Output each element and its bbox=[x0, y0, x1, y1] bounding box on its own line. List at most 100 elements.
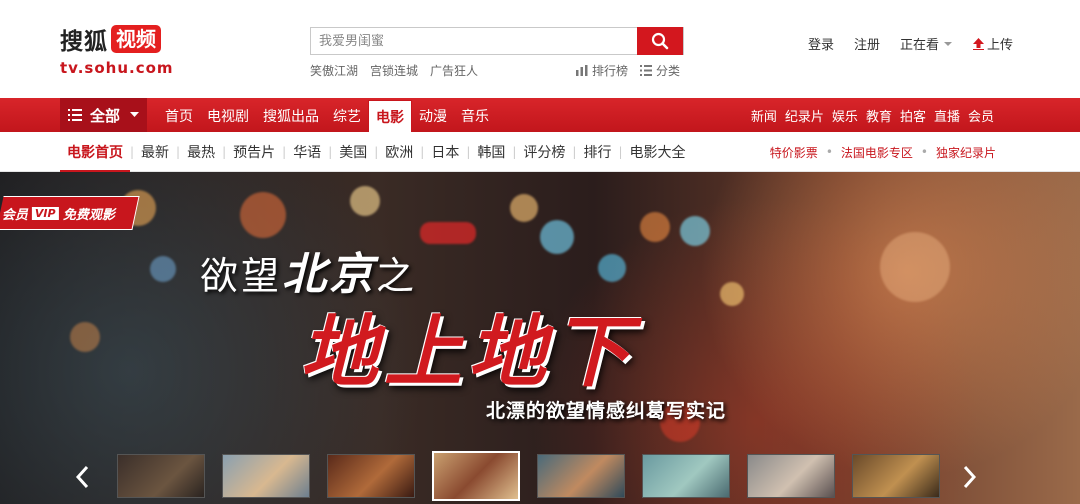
main-nav: 全部 首页 电视剧 搜狐出品 综艺 电影 动漫 音乐 新闻 纪录片 娱乐 教育 … bbox=[0, 98, 1080, 132]
carousel-thumbnail[interactable] bbox=[537, 454, 625, 498]
all-categories-label: 全部 bbox=[90, 106, 121, 125]
separator-dot: • bbox=[825, 145, 833, 159]
bokeh-light bbox=[70, 322, 100, 352]
hot-search-links: 笑傲江湖 宫锁连城 广告狂人 bbox=[310, 62, 478, 79]
separator-dot: • bbox=[920, 145, 928, 159]
subnav-promos: 特价影票 • 法国电影专区 • 独家纪录片 bbox=[770, 132, 996, 172]
subnav-latest[interactable]: 最新 bbox=[134, 132, 176, 172]
nav-link-documentary[interactable]: 纪录片 bbox=[785, 106, 824, 125]
banner-title-prefix: 欲望 bbox=[200, 254, 283, 298]
channel-tabs: 首页 电视剧 搜狐出品 综艺 电影 动漫 音乐 bbox=[158, 98, 496, 132]
bokeh-light bbox=[680, 216, 710, 246]
top-user-links: 登录 注册 正在看 上传 bbox=[808, 34, 1033, 53]
ranking-label: 排行榜 bbox=[592, 64, 629, 78]
nav-tab-sohu-original[interactable]: 搜狐出品 bbox=[256, 98, 326, 132]
carousel-thumbnail[interactable] bbox=[222, 454, 310, 498]
vip-free-watch-tag: 会员 VIP 免费观影 bbox=[0, 196, 140, 230]
search-box bbox=[310, 27, 684, 55]
subnav-european[interactable]: 欧洲 bbox=[378, 132, 420, 172]
subnav-korean[interactable]: 韩国 bbox=[470, 132, 512, 172]
chevron-down-icon bbox=[944, 41, 953, 46]
subnav-japanese[interactable]: 日本 bbox=[424, 132, 466, 172]
category-label: 分类 bbox=[656, 64, 681, 78]
carousel-thumbnail[interactable] bbox=[117, 454, 205, 498]
carousel-next-button[interactable] bbox=[960, 464, 980, 490]
search-button[interactable] bbox=[637, 27, 683, 55]
upload-arrow-icon bbox=[973, 37, 985, 50]
promo-exclusive-docs[interactable]: 独家纪录片 bbox=[936, 144, 996, 161]
carousel-thumbnail[interactable] bbox=[747, 454, 835, 498]
carousel-thumbnail[interactable] bbox=[327, 454, 415, 498]
subnav-american[interactable]: 美国 bbox=[332, 132, 374, 172]
bokeh-light bbox=[598, 254, 626, 282]
bar-chart-icon bbox=[576, 65, 588, 76]
bokeh-light bbox=[510, 194, 538, 222]
category-link[interactable]: 分类 bbox=[640, 62, 680, 79]
bokeh-light bbox=[420, 222, 476, 244]
logo-text-sohu: 搜狐 bbox=[60, 28, 108, 55]
all-categories-button[interactable]: 全部 bbox=[60, 98, 147, 132]
site-header: 搜狐 视频 tv.sohu.com 笑傲江湖 宫锁连城 广告狂人 排行榜 bbox=[0, 0, 1080, 98]
nav-link-entertainment[interactable]: 娱乐 bbox=[832, 106, 858, 125]
vip-badge: VIP bbox=[32, 206, 59, 220]
bokeh-light bbox=[540, 220, 574, 254]
carousel-thumbnail-active[interactable] bbox=[432, 451, 520, 501]
bokeh-light bbox=[350, 186, 380, 216]
logo-url: tv.sohu.com bbox=[60, 59, 174, 77]
login-link[interactable]: 登录 bbox=[808, 34, 834, 53]
caret-down-icon bbox=[130, 112, 140, 117]
hot-link[interactable]: 广告狂人 bbox=[430, 62, 478, 79]
sohu-video-logo[interactable]: 搜狐 视频 tv.sohu.com bbox=[60, 24, 174, 77]
hot-link[interactable]: 笑傲江湖 bbox=[310, 62, 358, 79]
upload-link[interactable]: 上传 bbox=[973, 34, 1013, 53]
carousel-thumbnails bbox=[117, 451, 940, 501]
promo-discount-tickets[interactable]: 特价影票 bbox=[770, 144, 818, 161]
nav-tab-variety[interactable]: 综艺 bbox=[326, 98, 368, 132]
nav-link-paike[interactable]: 拍客 bbox=[900, 106, 926, 125]
banner-subtitle: 北漂的欲望情感纠葛写实记 bbox=[486, 400, 727, 422]
list-icon bbox=[640, 65, 653, 76]
subnav-all-movies[interactable]: 电影大全 bbox=[623, 132, 693, 172]
movie-subnav-items: 电影首页 | 最新 | 最热 | 预告片 | 华语 | 美国 | 欧洲 | 日本… bbox=[60, 132, 693, 172]
promo-french-films[interactable]: 法国电影专区 bbox=[841, 144, 913, 161]
movie-subnav: 电影首页 | 最新 | 最热 | 预告片 | 华语 | 美国 | 欧洲 | 日本… bbox=[0, 132, 1080, 172]
rank-links: 排行榜 分类 bbox=[576, 62, 680, 79]
bokeh-light bbox=[720, 282, 744, 306]
subnav-trailers[interactable]: 预告片 bbox=[226, 132, 282, 172]
subnav-hottest[interactable]: 最热 bbox=[180, 132, 222, 172]
carousel-thumbnail[interactable] bbox=[852, 454, 940, 498]
banner-title-main: 地上地下 bbox=[300, 307, 637, 398]
hot-link[interactable]: 宫锁连城 bbox=[370, 62, 418, 79]
vip-free-label: 免费观影 bbox=[62, 207, 115, 223]
subnav-rating-chart[interactable]: 评分榜 bbox=[516, 132, 572, 172]
subnav-movie-home[interactable]: 电影首页 bbox=[60, 132, 130, 172]
nav-tab-movie[interactable]: 电影 bbox=[368, 100, 412, 132]
bokeh-light bbox=[880, 232, 950, 302]
subnav-ranking[interactable]: 排行 bbox=[576, 132, 618, 172]
logo-text-video: 视频 bbox=[111, 25, 161, 53]
nav-tab-tv[interactable]: 电视剧 bbox=[200, 98, 256, 132]
nav-link-live[interactable]: 直播 bbox=[934, 106, 960, 125]
upload-label: 上传 bbox=[987, 38, 1014, 53]
nav-tab-anime[interactable]: 动漫 bbox=[412, 98, 454, 132]
nav-tab-music[interactable]: 音乐 bbox=[454, 98, 496, 132]
search-input[interactable] bbox=[311, 28, 639, 54]
secondary-channels: 新闻 纪录片 娱乐 教育 拍客 直播 会员 bbox=[751, 98, 994, 132]
chevron-left-icon bbox=[75, 465, 89, 489]
carousel-thumbnail[interactable] bbox=[642, 454, 730, 498]
hero-banner[interactable]: 会员 VIP 免费观影 欲望北京之 地上地下 北漂的欲望情感纠葛写实记 bbox=[0, 172, 1080, 504]
register-link[interactable]: 注册 bbox=[854, 34, 880, 53]
vip-label: 会员 bbox=[1, 207, 29, 223]
watching-dropdown[interactable]: 正在看 bbox=[900, 34, 953, 53]
nav-tab-home[interactable]: 首页 bbox=[158, 98, 200, 132]
search-icon bbox=[651, 32, 669, 50]
bokeh-light bbox=[150, 256, 176, 282]
nav-link-vip[interactable]: 会员 bbox=[968, 106, 994, 125]
subnav-chinese[interactable]: 华语 bbox=[286, 132, 328, 172]
carousel-prev-button[interactable] bbox=[72, 464, 92, 490]
ranking-link[interactable]: 排行榜 bbox=[576, 62, 628, 79]
watching-label: 正在看 bbox=[900, 38, 940, 53]
nav-link-news[interactable]: 新闻 bbox=[751, 106, 777, 125]
nav-link-education[interactable]: 教育 bbox=[866, 106, 892, 125]
bokeh-light bbox=[240, 192, 286, 238]
